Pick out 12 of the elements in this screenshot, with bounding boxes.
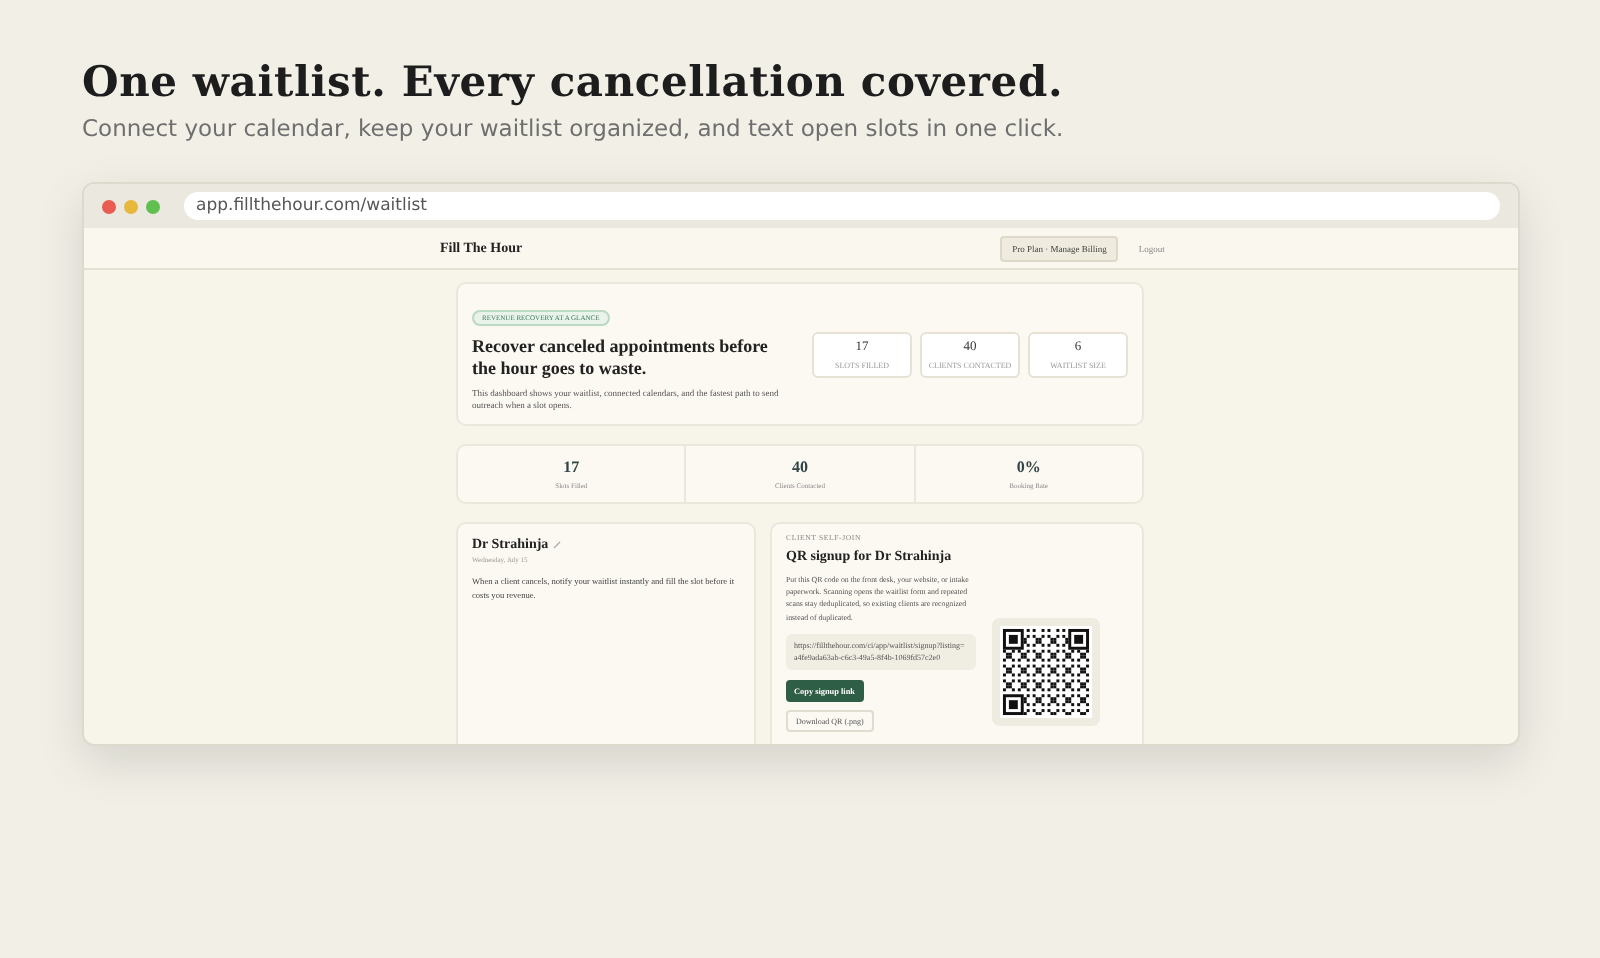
pencil-icon[interactable]: [552, 539, 563, 549]
maximize-dot-icon[interactable]: [146, 199, 160, 213]
hero-subtitle: Connect your calendar, keep your waitlist organized, and text open slots in one click.: [82, 114, 1066, 142]
hero-title: One waitlist. Every cancellation covered.: [82, 56, 1066, 106]
qr-code-icon: [1000, 626, 1092, 718]
address-bar[interactable]: app.fillthehour.com/waitlist: [184, 192, 1500, 220]
metric-value: 17: [563, 458, 580, 476]
metric-value: 40: [791, 458, 808, 476]
close-dot-icon[interactable]: [102, 199, 116, 213]
metric-value: 0%: [1016, 458, 1041, 476]
summary-title: Recover canceled appointments before the hour goes to waste.: [472, 336, 770, 381]
minimize-dot-icon[interactable]: [124, 199, 138, 213]
